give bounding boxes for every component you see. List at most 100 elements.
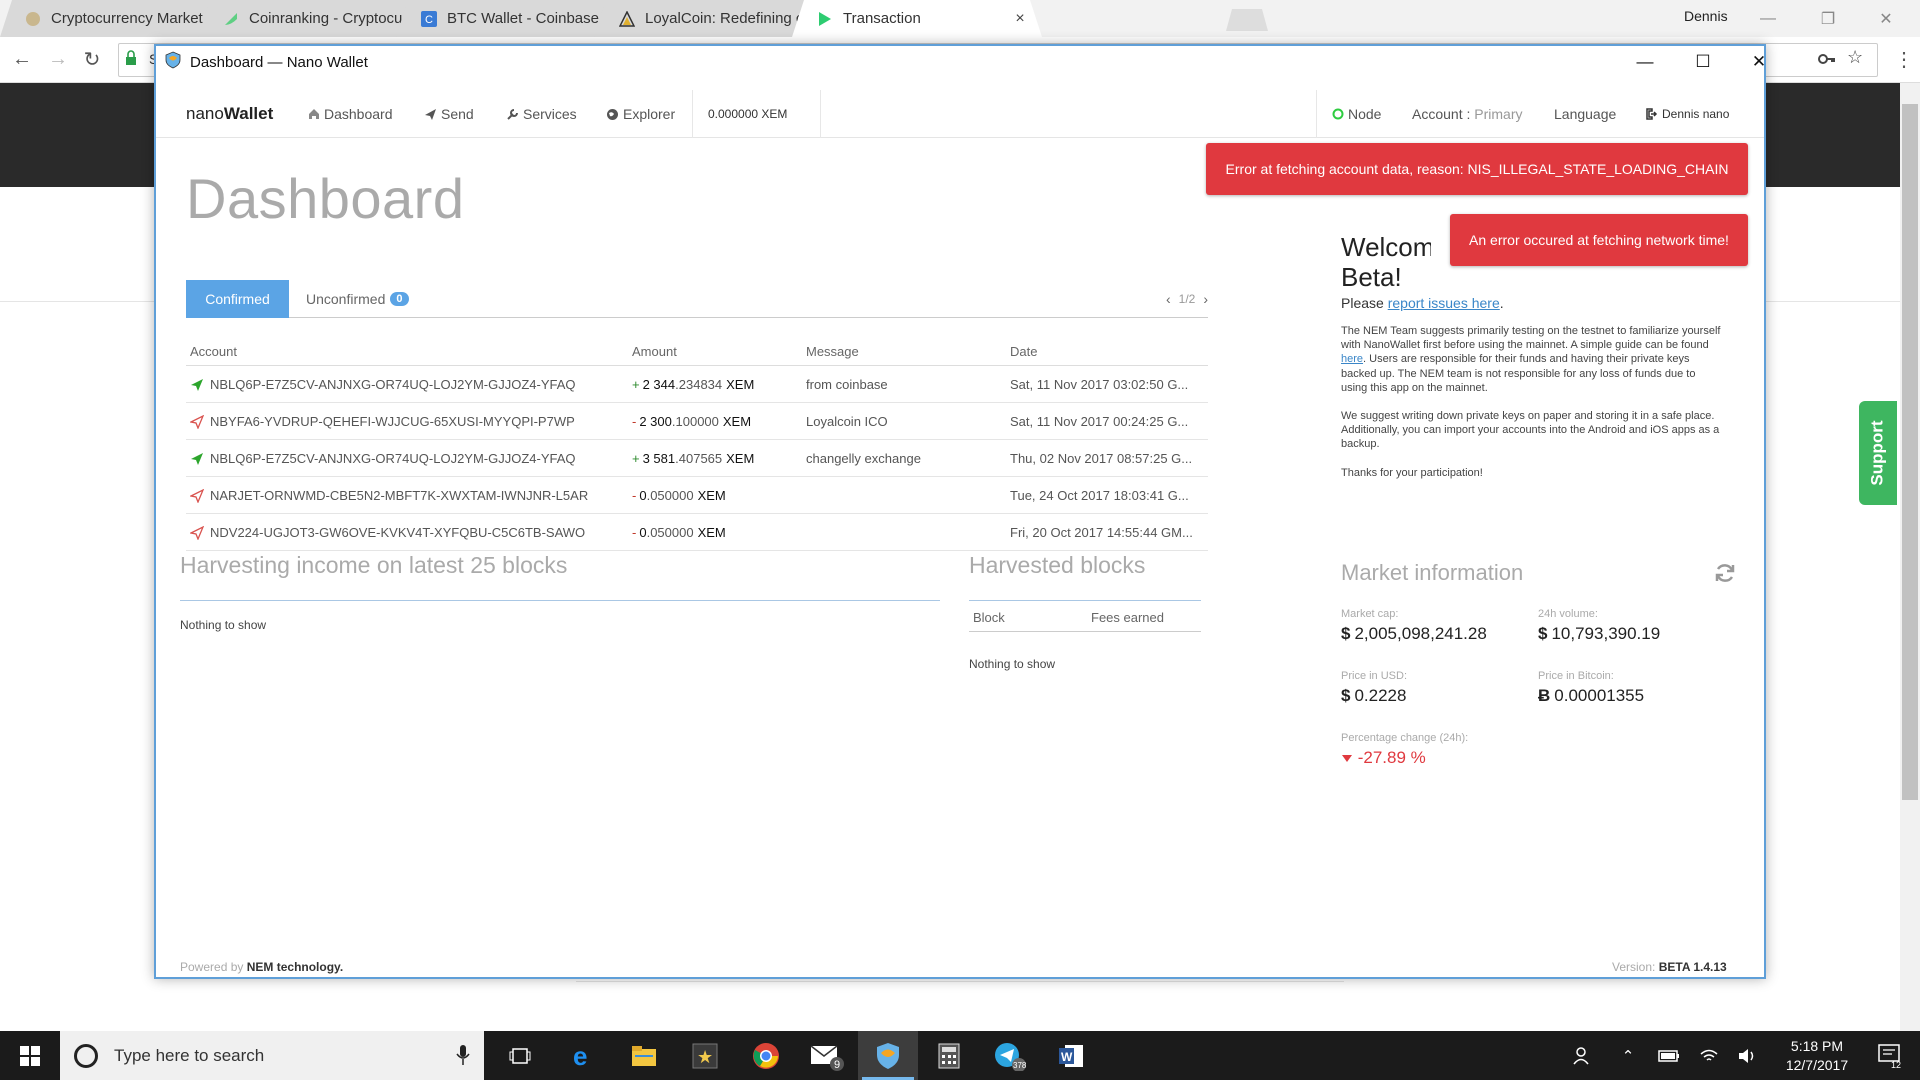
close-icon[interactable]: ✕ <box>1858 0 1914 37</box>
cortana-icon <box>74 1043 98 1068</box>
date-cell: Sat, 11 Nov 2017 03:02:50 G... <box>1010 377 1189 392</box>
nav-language[interactable]: Language <box>1554 90 1616 138</box>
table-row[interactable]: NBLQ6P-E7Z5CV-ANJNXG-OR74UQ-LOJ2YM-GJJOZ… <box>186 440 1208 477</box>
table-row[interactable]: NBYFA6-YVDRUP-QEHEFI-WJJCUG-65XUSI-MYYQP… <box>186 403 1208 440</box>
nav-services[interactable]: Services <box>506 90 577 138</box>
chevron-left-icon[interactable]: ‹ <box>1166 291 1171 307</box>
nav-label: Dennis nano <box>1662 107 1730 121</box>
minimize-icon[interactable]: — <box>1616 46 1674 78</box>
nano-wallet-window: Dashboard — Nano Wallet — ☐ ✕ nano Wallet… <box>154 44 1766 979</box>
task-view-icon[interactable] <box>490 1031 550 1080</box>
profile-name[interactable]: Dennis <box>1684 8 1728 24</box>
nav-user[interactable]: Dennis nano <box>1646 90 1729 138</box>
taskbar-clock[interactable]: 5:18 PM 12/7/2017 <box>1772 1037 1862 1075</box>
date-cell: Sat, 11 Nov 2017 00:24:25 G... <box>1010 414 1189 429</box>
close-icon[interactable]: × <box>1012 10 1028 28</box>
microphone-icon[interactable] <box>456 1044 470 1071</box>
clock-time: 5:18 PM <box>1790 1038 1844 1054</box>
chrome-icon[interactable] <box>736 1031 796 1080</box>
windows-start-icon[interactable] <box>0 1031 60 1080</box>
transactions-table-header: Account Amount Message Date <box>186 340 1208 366</box>
favorites-app-icon[interactable]: ★ <box>675 1031 735 1080</box>
flag-favicon-icon <box>816 10 834 28</box>
tab-label: LoyalCoin: Redefining cu <box>645 10 812 27</box>
home-icon <box>309 109 319 119</box>
window-title: Dashboard — Nano Wallet <box>190 53 368 71</box>
outgoing-transaction-icon <box>190 525 204 540</box>
percentage-change-value: -27.89 % <box>1341 748 1426 768</box>
account-error-alert[interactable]: Error at fetching account data, reason: … <box>1206 143 1748 195</box>
amount-unit: XEM <box>697 525 726 540</box>
nav-divider <box>1316 90 1317 138</box>
period: . <box>1499 295 1504 311</box>
notifications-icon[interactable]: 12 <box>1866 1031 1916 1080</box>
account-address: NARJET-ORNWMD-CBE5N2-MBFT7K-XWXTAM-IWNJN… <box>210 488 589 503</box>
volume-icon[interactable] <box>1734 1031 1760 1080</box>
caret-down-icon <box>1342 755 1352 762</box>
key-icon[interactable] <box>1817 49 1837 74</box>
new-tab-button[interactable] <box>1226 9 1268 31</box>
nav-node[interactable]: Node <box>1332 90 1381 138</box>
tab-confirmed[interactable]: Confirmed <box>186 280 289 318</box>
nav-label: Node <box>1348 106 1382 122</box>
chevron-up-icon[interactable]: ⌃ <box>1616 1031 1640 1080</box>
table-row[interactable]: NDV224-UGJOT3-GW6OVE-KVKV4T-XYFQBU-C5C6T… <box>186 514 1208 551</box>
word-icon[interactable]: W <box>1041 1031 1101 1080</box>
tab-unconfirmed[interactable]: Unconfirmed 0 <box>306 280 409 318</box>
amount-decimal: .100000 <box>671 414 719 429</box>
restore-icon[interactable]: ❐ <box>1800 0 1856 37</box>
maximize-icon[interactable]: ☐ <box>1674 46 1732 78</box>
message-cell <box>806 514 1006 551</box>
search-placeholder: Type here to search <box>114 1045 265 1065</box>
harvested-empty-text: Nothing to show <box>969 657 1056 671</box>
reload-icon[interactable]: ↻ <box>78 45 106 73</box>
table-row[interactable]: NBLQ6P-E7Z5CV-ANJNXG-OR74UQ-LOJ2YM-GJJOZ… <box>186 366 1208 403</box>
amount-integer: 3 581 <box>642 451 676 466</box>
network-error-alert[interactable]: An error occured at fetching network tim… <box>1450 214 1748 266</box>
date-cell: Thu, 02 Nov 2017 08:57:25 G... <box>1010 451 1193 466</box>
guide-link[interactable]: here <box>1341 353 1363 365</box>
divider <box>969 600 1201 601</box>
telegram-icon[interactable]: 378 <box>980 1031 1040 1080</box>
dollar-icon: $ <box>1341 686 1351 705</box>
browser-tab-transaction[interactable]: Transaction × <box>792 0 1042 37</box>
people-icon[interactable] <box>1568 1031 1598 1080</box>
edge-browser-icon[interactable]: e <box>553 1031 613 1080</box>
report-issues-link[interactable]: report issues here <box>1388 295 1500 311</box>
svg-text:W: W <box>1061 1050 1073 1064</box>
table-row[interactable]: NARJET-ORNWMD-CBE5N2-MBFT7K-XWXTAM-IWNJN… <box>186 477 1208 514</box>
scrollbar-thumb[interactable] <box>1902 104 1918 800</box>
beta-intro-text: The NEM Team suggests primarily testing … <box>1341 324 1721 494</box>
incoming-transaction-icon <box>191 378 203 391</box>
forward-arrow-icon[interactable]: → <box>44 45 72 73</box>
nav-explorer[interactable]: Explorer <box>606 90 675 138</box>
amount-unit: XEM <box>722 414 752 429</box>
support-button[interactable]: Support <box>1859 401 1897 505</box>
nano-wallet-taskbar-icon[interactable] <box>858 1031 918 1080</box>
nav-dashboard[interactable]: Dashboard <box>308 90 393 138</box>
back-arrow-icon[interactable]: ← <box>8 45 36 73</box>
amount-sign: + <box>632 451 640 466</box>
amount-sign: - <box>632 525 637 540</box>
nav-send[interactable]: Send <box>424 90 474 138</box>
mail-icon[interactable]: 9 <box>797 1031 857 1080</box>
brand-logo[interactable]: nano Wallet <box>186 90 273 138</box>
close-icon[interactable]: ✕ <box>1730 46 1788 78</box>
nav-account[interactable]: Account : Primary <box>1412 90 1523 138</box>
account-cell: NBYFA6-YVDRUP-QEHEFI-WJJCUG-65XUSI-MYYQP… <box>190 403 620 440</box>
refresh-icon[interactable] <box>1714 562 1736 589</box>
chevron-right-icon[interactable]: › <box>1203 291 1208 307</box>
wifi-icon[interactable] <box>1696 1031 1722 1080</box>
calculator-icon[interactable] <box>919 1031 979 1080</box>
taskbar-search-input[interactable]: Type here to search <box>60 1031 484 1080</box>
file-explorer-icon[interactable] <box>614 1031 674 1080</box>
mail-badge: 9 <box>834 1059 840 1071</box>
amount-integer: 0 <box>639 525 647 540</box>
amount-unit: XEM <box>697 488 726 503</box>
battery-icon[interactable] <box>1656 1031 1682 1080</box>
minimize-icon[interactable]: — <box>1740 0 1796 37</box>
star-icon[interactable]: ☆ <box>1847 47 1863 68</box>
menu-icon[interactable]: ⋮ <box>1890 45 1918 73</box>
nav-label: Dashboard <box>324 106 393 122</box>
powered-by-footer: Powered by NEM technology. <box>180 960 343 974</box>
